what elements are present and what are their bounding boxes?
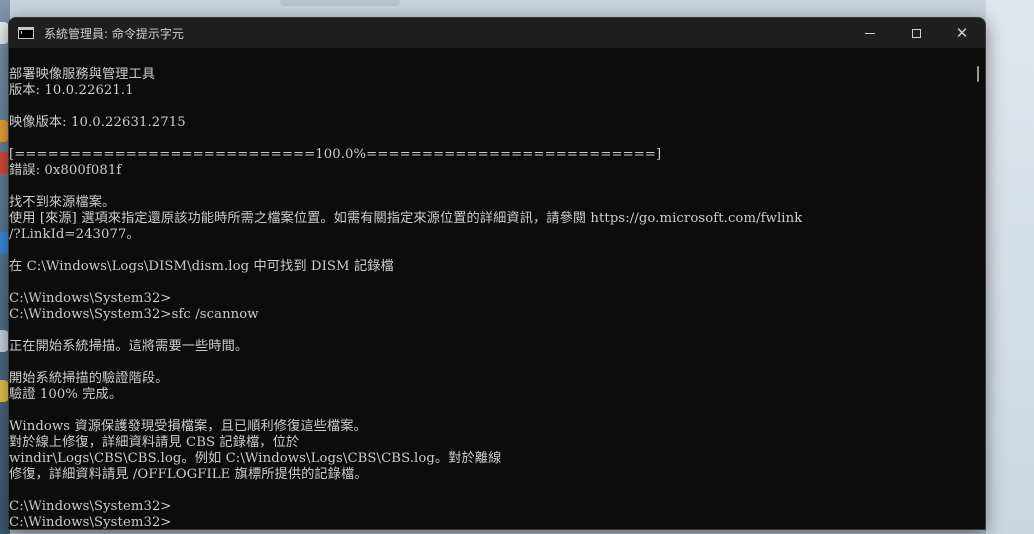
close-button[interactable]: ✕ xyxy=(939,18,985,48)
console-line: Windows 資源保護發現受損檔案，且已順利修復這些檔案。 xyxy=(9,419,367,434)
command-prompt-window: 系統管理員: 命令提示字元 ✕ 部署映像服務與管理工具 版本: 10.0.2262… xyxy=(8,17,986,530)
console-line: C:\Windows\System32> xyxy=(9,515,172,529)
console-line: 部署映像服務與管理工具 xyxy=(9,67,156,82)
minimize-button[interactable] xyxy=(847,18,893,48)
window-title: 系統管理員: 命令提示字元 xyxy=(44,26,184,41)
console-line: 錯誤: 0x800f081f xyxy=(9,163,122,178)
console-line: C:\Windows\System32>sfc /scannow xyxy=(9,307,259,322)
vertical-scrollbar[interactable] xyxy=(971,48,985,529)
console-line: C:\Windows\System32> xyxy=(9,499,172,514)
console-output[interactable]: 部署映像服務與管理工具 版本: 10.0.22621.1 映像版本: 10.0.22… xyxy=(9,48,971,529)
console-line: 映像版本: 10.0.22631.2715 xyxy=(9,115,186,130)
maximize-button[interactable] xyxy=(893,18,939,48)
window-controls: ✕ xyxy=(847,18,985,48)
console-line: C:\Windows\System32> xyxy=(9,291,172,306)
console-line: windir\Logs\CBS\CBS.log。例如 C:\Windows\Lo… xyxy=(9,451,502,466)
console-line: 正在開始系統掃描。這將需要一些時間。 xyxy=(9,339,249,354)
console-line: 版本: 10.0.22621.1 xyxy=(9,83,134,98)
console-line: 找不到來源檔案。 xyxy=(9,195,116,210)
maximize-icon xyxy=(911,28,921,38)
desktop-background-right xyxy=(986,0,1034,534)
console-line: 使用 [來源] 選項來指定還原該功能時所需之檔案位置。如需有關指定來源位置的詳細… xyxy=(9,211,803,226)
console-line: /?LinkId=243077。 xyxy=(9,227,140,242)
console-line: 對於線上修復，詳細資料請見 CBS 記錄檔，位於 xyxy=(9,435,300,450)
console-line: 修復，詳細資料請見 /OFFLOGFILE 旗標所提供的記錄檔。 xyxy=(9,467,368,482)
close-icon: ✕ xyxy=(955,23,969,42)
minimize-icon xyxy=(865,32,875,34)
title-bar[interactable]: 系統管理員: 命令提示字元 ✕ xyxy=(9,18,985,48)
cmd-icon xyxy=(18,27,34,39)
console-line: [===========================100.0%======… xyxy=(9,147,662,162)
desktop-background-top xyxy=(280,0,400,6)
console-line: 驗證 100% 完成。 xyxy=(9,387,123,402)
scrollbar-thumb[interactable] xyxy=(977,66,979,82)
console-line: 開始系統掃描的驗證階段。 xyxy=(9,371,169,386)
console-line: 在 C:\Windows\Logs\DISM\dism.log 中可找到 DIS… xyxy=(9,259,394,274)
